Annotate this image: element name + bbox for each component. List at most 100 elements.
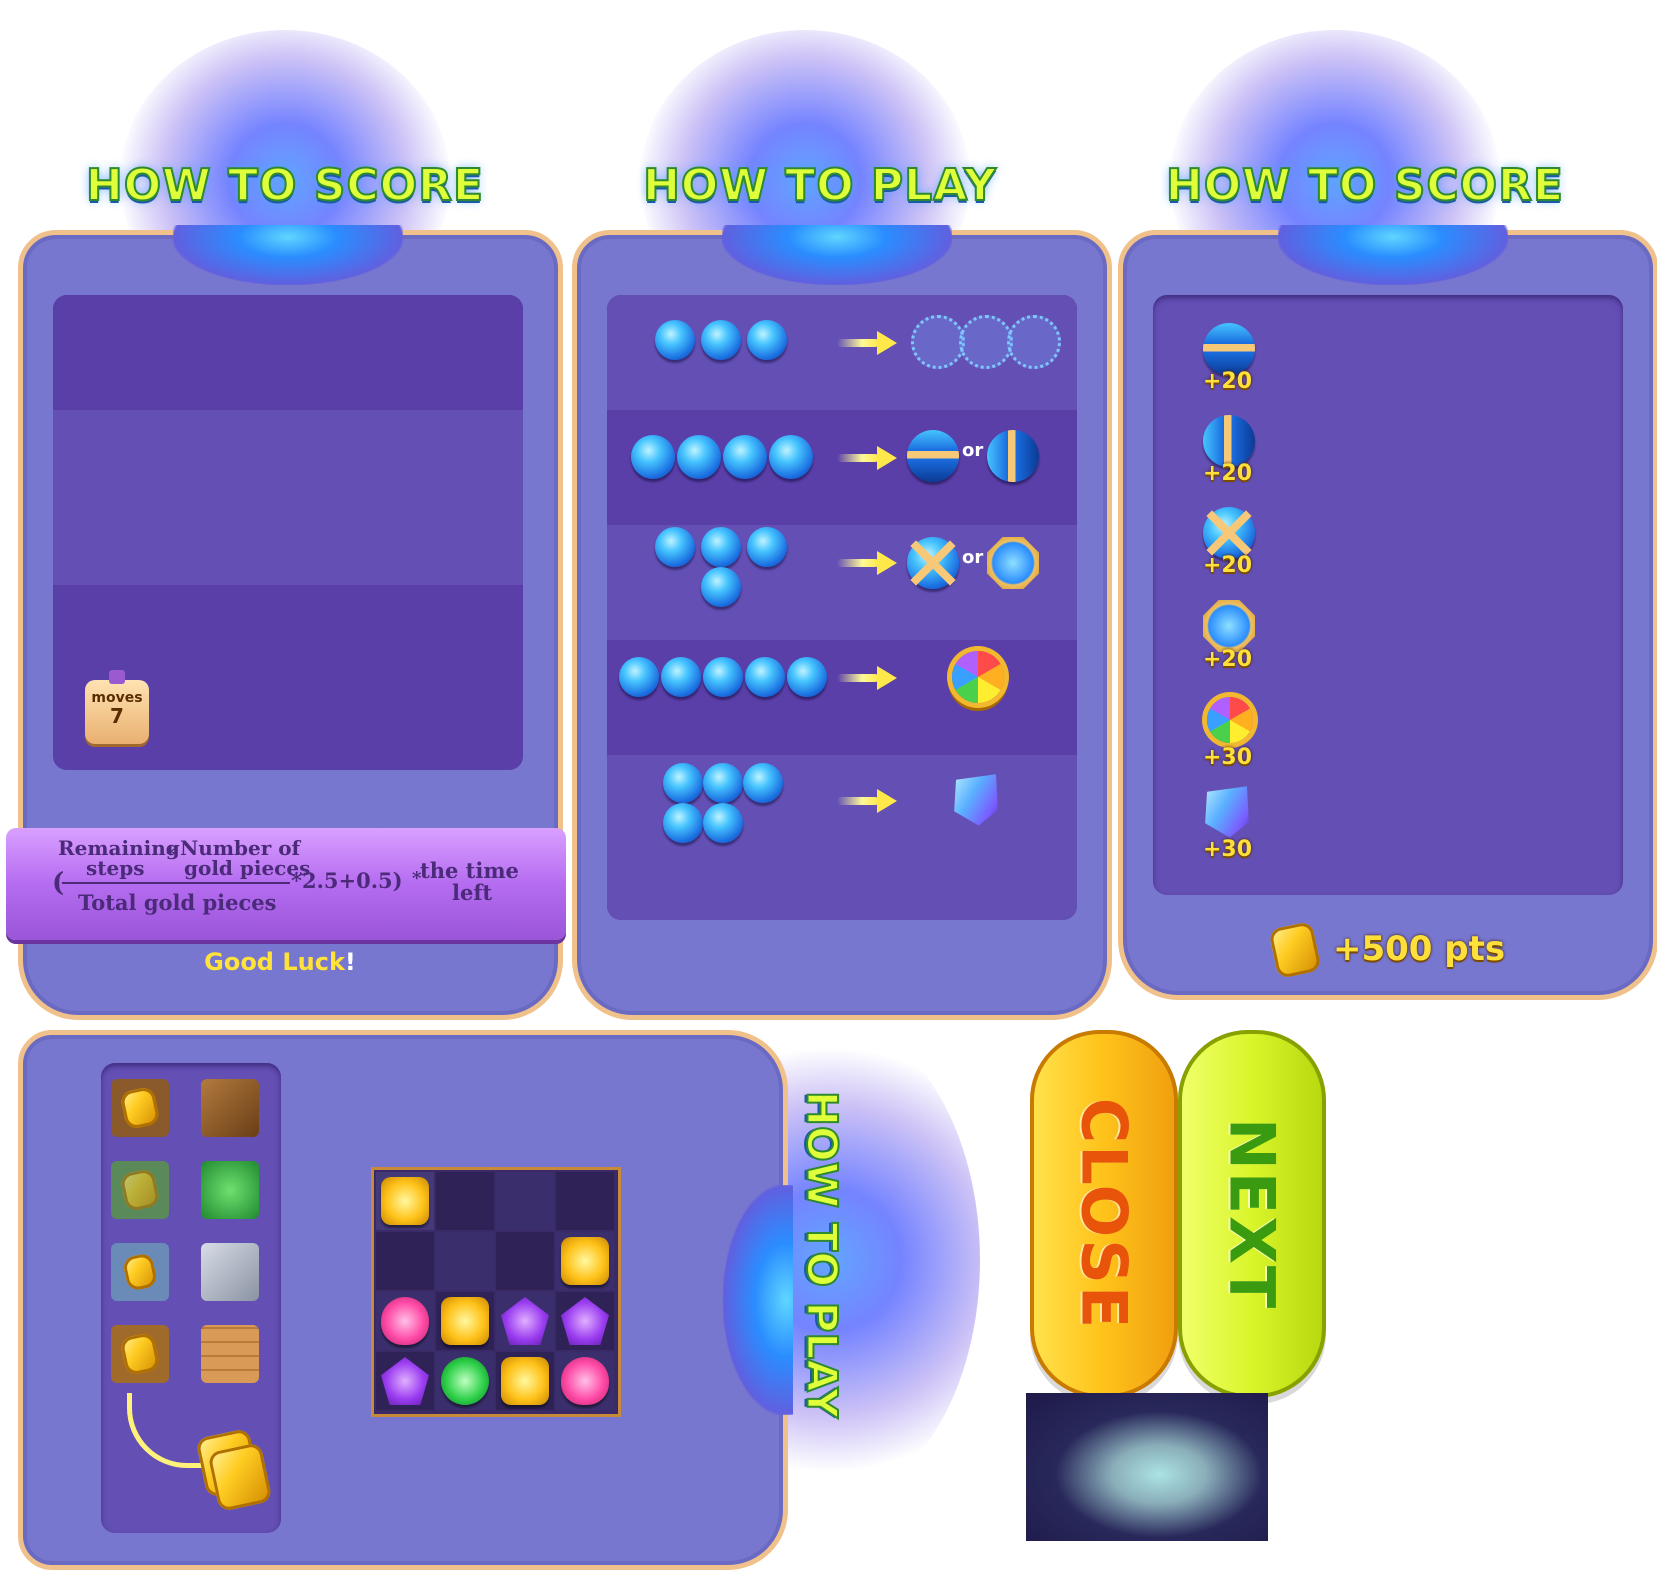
gold-coin-stack-icon bbox=[207, 1442, 273, 1512]
blue-gem-icon bbox=[701, 527, 741, 567]
grass-block-icon bbox=[201, 1161, 259, 1219]
burst-ring-icon bbox=[1007, 315, 1061, 369]
how-to-play-title-bottom: HOW TO PLAY bbox=[797, 1090, 848, 1419]
panel-notch bbox=[1278, 225, 1508, 285]
formula-ribbon: ( Remaining steps * Number of gold piece… bbox=[6, 828, 566, 940]
sparkle-effect-image bbox=[1026, 1393, 1268, 1541]
score-board-area: moves 7 bbox=[53, 295, 523, 770]
grass-coin-tile-icon bbox=[111, 1161, 169, 1219]
board-cell bbox=[556, 1232, 614, 1290]
blue-gem-icon bbox=[747, 527, 787, 567]
blue-gem-icon bbox=[701, 320, 741, 360]
blue-gem-icon bbox=[703, 803, 743, 843]
vertical-stripe-gem-icon bbox=[1203, 415, 1255, 467]
rainbow-wheel-icon bbox=[952, 651, 1004, 703]
panel-notch bbox=[722, 225, 952, 285]
burst-ring-icon bbox=[911, 315, 965, 369]
cross-gem-icon bbox=[907, 537, 959, 589]
or-label: or bbox=[962, 547, 984, 568]
purple-gem-icon bbox=[381, 1357, 429, 1405]
octagon-gem-icon bbox=[1203, 600, 1255, 652]
panel-notch bbox=[723, 1185, 793, 1415]
blue-gem-icon bbox=[655, 320, 695, 360]
board-cell bbox=[376, 1172, 434, 1230]
purple-gem-icon bbox=[561, 1297, 609, 1345]
blue-gem-icon bbox=[723, 435, 767, 479]
or-label: or bbox=[962, 440, 984, 461]
crystal-shard-icon bbox=[1197, 781, 1258, 842]
yellow-gem-icon bbox=[441, 1297, 489, 1345]
horizontal-stripe-gem-icon bbox=[1203, 323, 1255, 375]
arrow-icon bbox=[837, 666, 897, 690]
moves-badge: moves 7 bbox=[85, 670, 149, 744]
blue-gem-icon bbox=[703, 763, 743, 803]
points-panel: +20 +20 +20 +20 +30 +30 +500 pts bbox=[1118, 225, 1657, 1000]
points-value: +30 bbox=[1203, 837, 1253, 862]
how-to-play-title-center: HOW TO PLAY bbox=[642, 159, 997, 212]
horizontal-stripe-gem-icon bbox=[907, 430, 959, 482]
how-to-score-title-left: HOW TO SCORE bbox=[85, 159, 485, 212]
how-to-score-title-right: HOW TO SCORE bbox=[1165, 159, 1565, 212]
dirt-coin-tile-icon bbox=[111, 1079, 169, 1137]
blue-gem-icon bbox=[619, 657, 659, 697]
panel-notch bbox=[173, 225, 403, 285]
cross-gem-icon bbox=[1203, 507, 1255, 559]
curved-arrow-icon bbox=[127, 1393, 202, 1468]
points-value: +20 bbox=[1203, 461, 1253, 486]
close-button-label: CLOSE bbox=[1067, 1097, 1141, 1331]
blue-gem-icon bbox=[747, 320, 787, 360]
pink-gem-icon bbox=[561, 1357, 609, 1405]
close-button[interactable]: CLOSE bbox=[1030, 1030, 1178, 1398]
blue-gem-icon bbox=[743, 763, 783, 803]
formula-denominator: Total gold pieces bbox=[78, 890, 277, 915]
purple-gem-icon bbox=[501, 1297, 549, 1345]
matches-area: or or bbox=[607, 295, 1077, 920]
rainbow-wheel-icon bbox=[1207, 697, 1253, 743]
ice-coin-tile-icon bbox=[111, 1243, 169, 1301]
arrow-icon bbox=[837, 331, 897, 355]
blue-gem-icon bbox=[655, 527, 695, 567]
arrow-icon bbox=[837, 551, 897, 575]
game-board bbox=[371, 1167, 621, 1417]
points-area: +20 +20 +20 +20 +30 +30 bbox=[1153, 295, 1623, 895]
how-to-play-matches-panel: or or bbox=[572, 225, 1112, 1020]
how-to-play-board-panel bbox=[18, 1030, 793, 1570]
green-gem-icon bbox=[441, 1357, 489, 1405]
tiles-legend bbox=[101, 1063, 281, 1533]
wood-coin-tile-icon bbox=[111, 1325, 169, 1383]
blue-gem-icon bbox=[663, 763, 703, 803]
blue-gem-icon bbox=[769, 435, 813, 479]
good-luck-text: Good Luck! bbox=[204, 948, 356, 976]
wood-crate-icon bbox=[201, 1325, 259, 1383]
blue-gem-icon bbox=[745, 657, 785, 697]
points-value: +30 bbox=[1203, 745, 1253, 770]
formula-left: left bbox=[452, 880, 493, 905]
yellow-gem-icon bbox=[501, 1357, 549, 1405]
formula-times-1: * bbox=[166, 844, 176, 865]
arrow-icon bbox=[837, 446, 897, 470]
blue-gem-icon bbox=[701, 567, 741, 607]
points-value: +20 bbox=[1203, 647, 1253, 672]
formula-multiplier: *2.5+0.5) bbox=[291, 868, 403, 893]
next-button[interactable]: NEXT bbox=[1178, 1030, 1326, 1398]
bonus-points: +500 pts bbox=[1333, 929, 1506, 969]
yellow-gem-icon bbox=[381, 1177, 429, 1225]
burst-ring-icon bbox=[959, 315, 1013, 369]
blue-gem-icon bbox=[703, 657, 743, 697]
points-value: +20 bbox=[1203, 369, 1253, 394]
blue-gem-icon bbox=[631, 435, 675, 479]
blue-gem-icon bbox=[661, 657, 701, 697]
blue-gem-icon bbox=[663, 803, 703, 843]
formula-fraction-line bbox=[62, 882, 290, 884]
blue-gem-icon bbox=[677, 435, 721, 479]
gold-coin-icon bbox=[1268, 920, 1322, 980]
dirt-block-icon bbox=[201, 1079, 259, 1137]
points-value: +20 bbox=[1203, 553, 1253, 578]
yellow-gem-icon bbox=[561, 1237, 609, 1285]
pink-gem-icon bbox=[381, 1297, 429, 1345]
moves-value: 7 bbox=[110, 704, 124, 728]
vertical-stripe-gem-icon bbox=[987, 430, 1039, 482]
next-button-label: NEXT bbox=[1215, 1117, 1289, 1311]
formula-steps: steps bbox=[86, 856, 145, 880]
stone-block-icon bbox=[201, 1243, 259, 1301]
